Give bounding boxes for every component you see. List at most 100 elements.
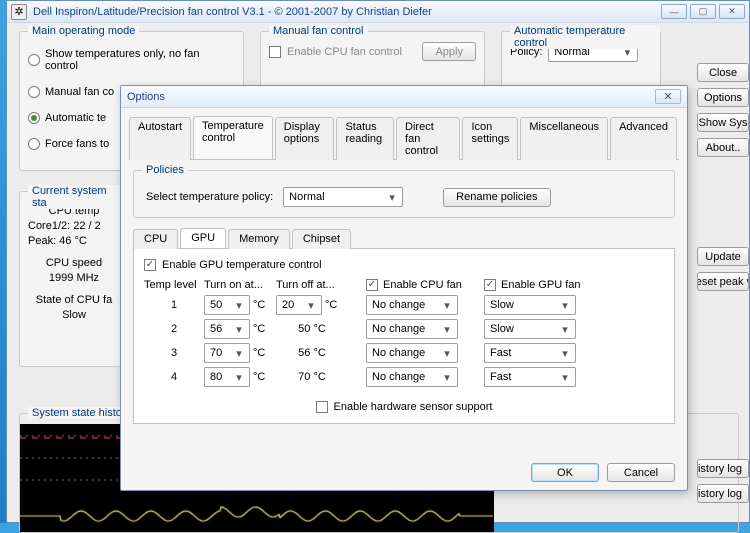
tab-advanced[interactable]: Advanced bbox=[610, 117, 677, 160]
rename-policies-button[interactable]: Rename policies bbox=[443, 188, 550, 207]
enable-cpu-fan-checkbox[interactable] bbox=[366, 279, 378, 291]
cpu-fan-select-0[interactable]: No change▾ bbox=[366, 295, 458, 315]
mode-radio-label-2: Automatic te bbox=[45, 112, 106, 124]
mode-radio-label-0: Show temperatures only, no fan control bbox=[45, 48, 235, 72]
enable-gpu-fan-checkbox[interactable] bbox=[484, 279, 496, 291]
policies-legend: Policies bbox=[142, 164, 188, 176]
turn-on-select-0[interactable]: 50▾ bbox=[204, 295, 250, 315]
chevron-down-icon: ▾ bbox=[558, 323, 572, 336]
chevron-down-icon: ▾ bbox=[232, 299, 246, 312]
side-button-show-sys[interactable]: Show Sys bbox=[697, 113, 749, 132]
chevron-down-icon: ▾ bbox=[558, 299, 572, 312]
chevron-down-icon: ▾ bbox=[440, 371, 454, 384]
update-button[interactable]: Update bbox=[697, 247, 749, 266]
window-title: Dell Inspiron/Latitude/Precision fan con… bbox=[33, 6, 661, 18]
options-tabs: AutostartTemperature controlDisplay opti… bbox=[129, 116, 679, 160]
turn-off-value-2: 56 °C bbox=[276, 347, 348, 359]
enable-cpu-fan-label: Enable CPU fan bbox=[383, 279, 462, 291]
enable-gpu-temp-label: Enable GPU temperature control bbox=[162, 259, 322, 271]
app-icon: ✲ bbox=[11, 4, 27, 20]
chevron-down-icon: ▾ bbox=[558, 347, 572, 360]
subtab-chipset[interactable]: Chipset bbox=[292, 229, 351, 249]
side-button-options[interactable]: Options bbox=[697, 88, 749, 107]
options-title: Options bbox=[127, 91, 655, 103]
manual-fan-group: Manual fan control Enable CPU fan contro… bbox=[260, 31, 485, 87]
mode-radio-0[interactable] bbox=[28, 54, 40, 66]
select-policy-dropdown[interactable]: Normal▾ bbox=[283, 187, 403, 207]
col-temp-level: Temp level bbox=[144, 279, 204, 291]
system-state-group: Current system sta CPU temp Core1/2: 22 … bbox=[19, 191, 129, 367]
tab-autostart[interactable]: Autostart bbox=[129, 117, 191, 160]
gpu-fan-select-2[interactable]: Fast▾ bbox=[484, 343, 576, 363]
apply-button[interactable]: Apply bbox=[422, 42, 476, 61]
side-button-about-[interactable]: About.. bbox=[697, 138, 749, 157]
tab-direct-fan-control[interactable]: Direct fan control bbox=[396, 117, 460, 160]
enable-gpu-temp-checkbox[interactable] bbox=[144, 259, 156, 271]
enable-cpu-fan-label: Enable CPU fan control bbox=[287, 46, 402, 58]
mode-radio-label-1: Manual fan co bbox=[45, 86, 114, 98]
hw-sensor-checkbox[interactable] bbox=[316, 401, 328, 413]
chevron-down-icon: ▾ bbox=[440, 347, 454, 360]
chevron-down-icon: ▾ bbox=[232, 347, 246, 360]
mode-radio-2[interactable] bbox=[28, 112, 40, 124]
component-tabs: CPUGPUMemoryChipset bbox=[133, 228, 675, 249]
options-dialog: Options ✕ AutostartTemperature controlDi… bbox=[120, 85, 688, 491]
auto-temp-group: Automatic temperature control Policy: No… bbox=[501, 31, 661, 87]
subtab-memory[interactable]: Memory bbox=[228, 229, 290, 249]
chevron-down-icon: ▾ bbox=[232, 371, 246, 384]
mode-radio-label-3: Force fans to bbox=[45, 138, 109, 150]
gpu-panel: Enable GPU temperature control Temp leve… bbox=[133, 249, 675, 424]
history-log-button[interactable]: history log bbox=[697, 459, 749, 478]
policies-group: Policies Select temperature policy: Norm… bbox=[133, 170, 675, 218]
enable-cpu-fan-checkbox[interactable] bbox=[269, 46, 281, 58]
cpu-fan-select-1[interactable]: No change▾ bbox=[366, 319, 458, 339]
tab-temperature-control[interactable]: Temperature control bbox=[193, 116, 273, 159]
cancel-button[interactable]: Cancel bbox=[607, 463, 675, 482]
turn-on-select-1[interactable]: 56▾ bbox=[204, 319, 250, 339]
options-close-button[interactable]: ✕ bbox=[655, 89, 681, 104]
turn-off-value-1: 50 °C bbox=[276, 323, 348, 335]
enable-gpu-fan-label: Enable GPU fan bbox=[501, 279, 581, 291]
turn-off-select-0[interactable]: 20▾ bbox=[276, 295, 322, 315]
col-turn-on: Turn on at... bbox=[204, 279, 276, 291]
cpu-fan-select-3[interactable]: No change▾ bbox=[366, 367, 458, 387]
tab-display-options[interactable]: Display options bbox=[275, 117, 335, 160]
system-state-legend: Current system sta bbox=[28, 185, 128, 209]
ok-button[interactable]: OK bbox=[531, 463, 599, 482]
maximize-button[interactable]: ▢ bbox=[690, 4, 716, 19]
subtab-gpu[interactable]: GPU bbox=[180, 228, 226, 248]
mode-radio-1[interactable] bbox=[28, 86, 40, 98]
gpu-fan-select-1[interactable]: Slow▾ bbox=[484, 319, 576, 339]
core-line: Core1/2: 22 / 2 bbox=[28, 220, 120, 232]
gpu-fan-select-3[interactable]: Fast▾ bbox=[484, 367, 576, 387]
manual-legend: Manual fan control bbox=[269, 25, 368, 37]
level-1: 2 bbox=[144, 323, 204, 335]
chevron-down-icon: ▾ bbox=[232, 323, 246, 336]
close-button[interactable]: ✕ bbox=[719, 4, 745, 19]
chevron-down-icon: ▾ bbox=[558, 371, 572, 384]
subtab-cpu[interactable]: CPU bbox=[133, 229, 178, 249]
level-3: 4 bbox=[144, 371, 204, 383]
tab-icon-settings[interactable]: Icon settings bbox=[462, 117, 518, 160]
history-log-button-2[interactable]: history log bbox=[697, 484, 749, 503]
hw-sensor-label: Enable hardware sensor support bbox=[334, 401, 493, 413]
level-0: 1 bbox=[144, 299, 204, 311]
tab-status-reading[interactable]: Status reading bbox=[336, 117, 394, 160]
side-button-close[interactable]: Close bbox=[697, 63, 749, 82]
mode-radio-3[interactable] bbox=[28, 138, 40, 150]
cpu-speed-value: 1999 MHz bbox=[28, 272, 120, 284]
chevron-down-icon: ▾ bbox=[440, 323, 454, 336]
chevron-down-icon: ▾ bbox=[440, 299, 454, 312]
cpu-fan-select-2[interactable]: No change▾ bbox=[366, 343, 458, 363]
cpu-speed-label: CPU speed bbox=[28, 257, 120, 269]
tab-miscellaneous[interactable]: Miscellaneous bbox=[520, 117, 608, 160]
turn-on-select-2[interactable]: 70▾ bbox=[204, 343, 250, 363]
fan-state-label: State of CPU fa bbox=[28, 294, 120, 306]
gpu-fan-select-0[interactable]: Slow▾ bbox=[484, 295, 576, 315]
history-legend: System state histor bbox=[28, 407, 130, 419]
turn-on-select-3[interactable]: 80▾ bbox=[204, 367, 250, 387]
options-titlebar: Options ✕ bbox=[121, 86, 687, 108]
reset-peak-button[interactable]: Reset peak va bbox=[697, 272, 749, 291]
minimize-button[interactable]: — bbox=[661, 4, 687, 19]
select-policy-label: Select temperature policy: bbox=[146, 191, 273, 203]
